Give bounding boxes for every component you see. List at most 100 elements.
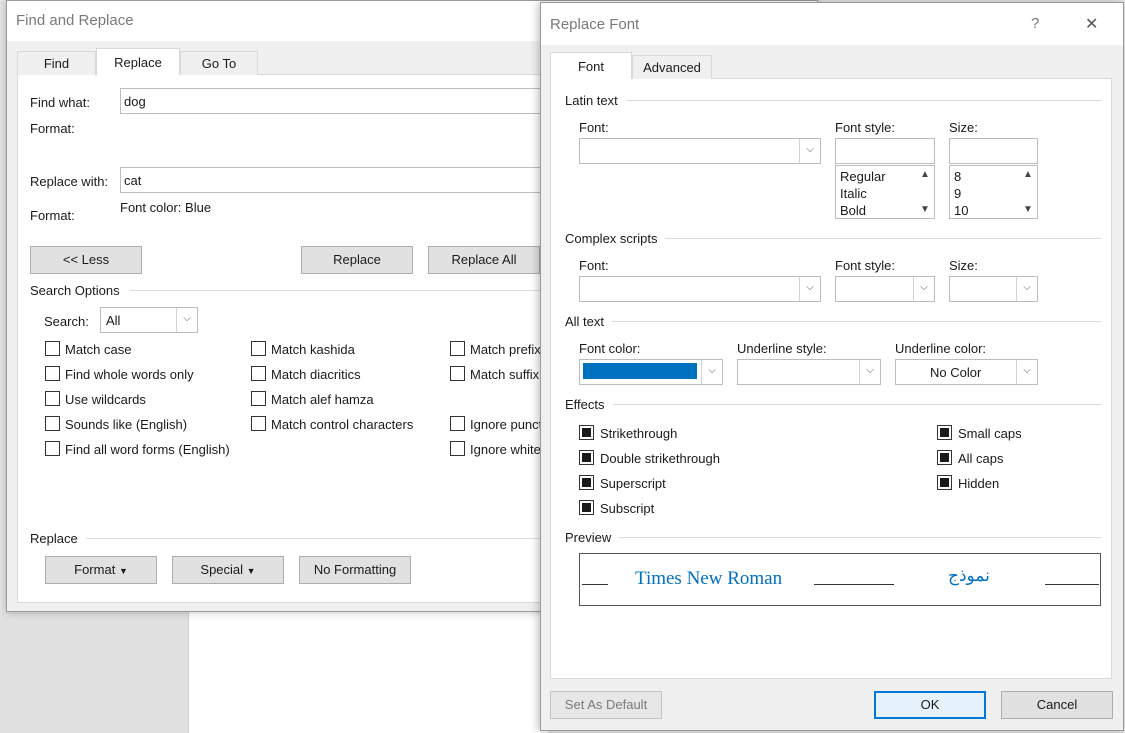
search-label: Search: [44, 314, 89, 329]
tab-goto[interactable]: Go To [180, 51, 258, 76]
preview-complex-text: نموذج [948, 566, 990, 586]
sounds-like-label: Sounds like (English) [65, 417, 188, 432]
chevron-down-icon: ⌵ [799, 277, 820, 301]
latin-separator [565, 100, 1101, 101]
word-forms-label: Find all word forms (English) [65, 442, 230, 457]
help-icon[interactable]: ? [1031, 15, 1039, 32]
tab-replace[interactable]: Replace [96, 48, 180, 76]
scroll-down-icon[interactable]: ▼ [1023, 204, 1033, 215]
chevron-down-icon: ⌵ [1016, 277, 1037, 301]
chevron-down-icon: ⌵ [799, 139, 820, 163]
match-alef-hamza-checkbox[interactable] [251, 391, 266, 406]
all-text-title: All text [565, 314, 613, 329]
replace-with-label: Replace with: [30, 174, 109, 189]
special-button[interactable]: Special ▼ [172, 556, 284, 584]
underline-color-select[interactable]: No Color ⌵ [895, 359, 1038, 385]
preview-box: Times New Roman نموذج [579, 553, 1101, 606]
preview-baseline-mid [814, 584, 894, 585]
complex-font-style-select[interactable]: ⌵ [835, 276, 935, 302]
size-option[interactable]: 8 [954, 169, 961, 184]
wildcards-checkbox[interactable] [45, 391, 60, 406]
match-prefix-checkbox[interactable] [450, 341, 465, 356]
latin-size-input[interactable] [949, 138, 1038, 164]
style-option-bold[interactable]: Bold [840, 203, 866, 218]
ok-button[interactable]: OK [874, 691, 986, 719]
tab-advanced[interactable]: Advanced [632, 55, 712, 80]
hidden-checkbox[interactable] [937, 475, 952, 490]
word-forms-checkbox[interactable] [45, 441, 60, 456]
match-suffix-checkbox[interactable] [450, 366, 465, 381]
match-kashida-checkbox[interactable] [251, 341, 266, 356]
chevron-down-icon: ⌵ [913, 277, 934, 301]
complex-font-select[interactable]: ⌵ [579, 276, 821, 302]
all-text-separator [565, 321, 1101, 322]
set-as-default-button[interactable]: Set As Default [550, 691, 662, 719]
scroll-down-icon[interactable]: ▼ [920, 204, 930, 215]
document-page [188, 600, 548, 733]
less-button[interactable]: << Less [30, 246, 142, 274]
format-button-label: Format [74, 562, 116, 577]
small-caps-checkbox[interactable] [937, 425, 952, 440]
replace-all-button[interactable]: Replace All [428, 246, 540, 274]
replace-button[interactable]: Replace [301, 246, 413, 274]
size-option[interactable]: 10 [954, 203, 968, 218]
match-case-label: Match case [65, 342, 132, 357]
font-title-bar: Replace Font ? ✕ [541, 3, 1123, 45]
cancel-button[interactable]: Cancel [1001, 691, 1113, 719]
match-diacritics-label: Match diacritics [271, 367, 361, 382]
ignore-white-checkbox[interactable] [450, 441, 465, 456]
scroll-up-icon[interactable]: ▲ [1023, 169, 1033, 180]
latin-font-select[interactable]: ⌵ [579, 138, 821, 164]
match-diacritics-checkbox[interactable] [251, 366, 266, 381]
search-direction-select[interactable]: All ⌵ [100, 307, 198, 333]
underline-style-select[interactable]: ⌵ [737, 359, 881, 385]
underline-style-label: Underline style: [737, 341, 827, 356]
caret-down-icon: ▼ [118, 566, 128, 576]
effects-separator [565, 404, 1101, 405]
preview-separator [565, 537, 1101, 538]
chevron-down-icon: ⌵ [701, 360, 722, 384]
scrollbar[interactable]: ▲ ▼ [917, 166, 934, 218]
preview-baseline-right [1045, 584, 1099, 585]
style-option-italic[interactable]: Italic [840, 186, 867, 201]
latin-size-label: Size: [949, 120, 978, 135]
match-control-chars-checkbox[interactable] [251, 416, 266, 431]
small-caps-label: Small caps [958, 426, 1022, 441]
chevron-down-icon: ⌵ [176, 308, 197, 332]
find-format-label: Format: [30, 121, 75, 136]
latin-font-style-input[interactable] [835, 138, 935, 164]
strikethrough-checkbox[interactable] [579, 425, 594, 440]
subscript-checkbox[interactable] [579, 500, 594, 515]
format-button[interactable]: Format ▼ [45, 556, 157, 584]
scroll-up-icon[interactable]: ▲ [920, 169, 930, 180]
sounds-like-checkbox[interactable] [45, 416, 60, 431]
no-formatting-button[interactable]: No Formatting [299, 556, 411, 584]
tab-font[interactable]: Font [550, 52, 632, 80]
replace-format-value: Font color: Blue [120, 200, 212, 215]
font-panel: Latin text Font: ⌵ Font style: Regular I… [550, 79, 1112, 679]
size-option[interactable]: 9 [954, 186, 961, 201]
match-case-checkbox[interactable] [45, 341, 60, 356]
complex-size-select[interactable]: ⌵ [949, 276, 1038, 302]
superscript-checkbox[interactable] [579, 475, 594, 490]
latin-font-style-list[interactable]: Regular Italic Bold ▲ ▼ [835, 165, 935, 219]
ignore-punct-checkbox[interactable] [450, 416, 465, 431]
all-caps-checkbox[interactable] [937, 450, 952, 465]
font-color-select[interactable]: ⌵ [579, 359, 723, 385]
double-strikethrough-checkbox[interactable] [579, 450, 594, 465]
complex-font-label: Font: [579, 258, 609, 273]
whole-words-checkbox[interactable] [45, 366, 60, 381]
style-option-regular[interactable]: Regular [840, 169, 886, 184]
preview-title: Preview [565, 530, 620, 545]
latin-size-list[interactable]: 8 9 10 ▲ ▼ [949, 165, 1038, 219]
match-control-chars-label: Match control characters [271, 417, 414, 432]
tab-find[interactable]: Find [17, 51, 96, 76]
double-strikethrough-label: Double strikethrough [600, 451, 720, 466]
wildcards-label: Use wildcards [65, 392, 146, 407]
close-icon[interactable]: ✕ [1085, 14, 1098, 34]
match-suffix-label: Match suffix [470, 367, 540, 382]
underline-color-value: No Color [930, 365, 982, 380]
chevron-down-icon: ⌵ [1016, 360, 1037, 384]
replace-section-title: Replace [30, 531, 78, 546]
scrollbar[interactable]: ▲ ▼ [1020, 166, 1037, 218]
